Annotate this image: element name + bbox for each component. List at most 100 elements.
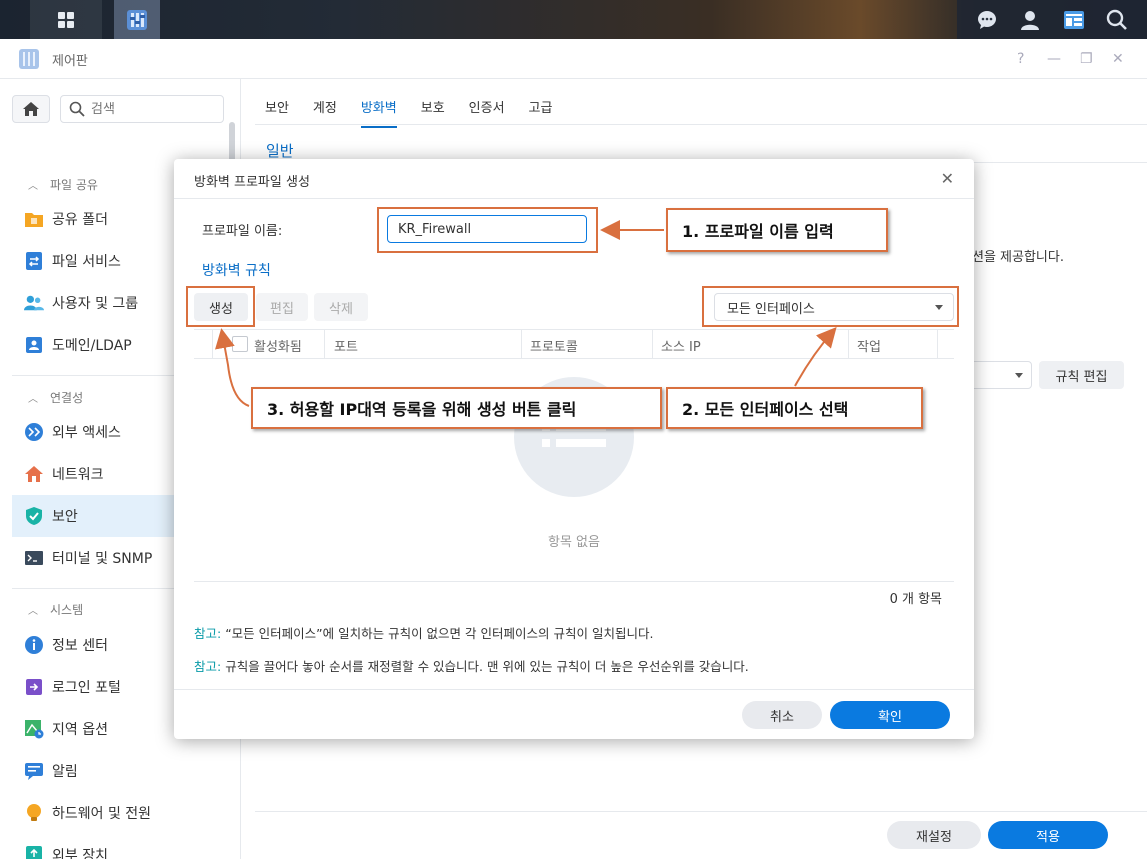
column-separator (324, 330, 325, 359)
section-header-file-sharing[interactable]: ︿ 파일 공유 (28, 176, 98, 193)
sidebar-item-notification[interactable]: 알림 (12, 750, 241, 792)
create-rule-button[interactable]: 생성 (194, 293, 248, 321)
note-label: 참고: (194, 626, 222, 641)
cancel-button[interactable]: 취소 (742, 701, 822, 729)
external-access-icon (24, 422, 44, 442)
section-header-connectivity[interactable]: ︿ 연결성 (28, 389, 83, 406)
search-icon[interactable] (1105, 8, 1129, 32)
footer-divider (255, 811, 1147, 812)
tabs-divider (255, 124, 1147, 125)
login-portal-icon (24, 677, 44, 697)
rule-edit-button[interactable]: 규칙 편집 (1039, 361, 1124, 389)
caret-down-icon (935, 305, 943, 310)
grid-icon (58, 11, 74, 28)
item-count: 0 개 항목 (889, 592, 942, 607)
sidebar-item-hardware-power[interactable]: 하드웨어 및 전원 (12, 792, 241, 834)
user-icon[interactable] (1018, 8, 1042, 32)
column-port[interactable]: 포트 (334, 336, 358, 355)
map-clock-icon (24, 719, 44, 739)
sidebar-item-label: 외부 액세스 (52, 425, 121, 441)
sidebar-item-label: 하드웨어 및 전원 (52, 806, 152, 822)
firewall-rules-title: 방화벽 규칙 (202, 263, 271, 279)
sidebar-item-label: 공유 폴더 (52, 212, 108, 228)
callout-step-1: 1. 프로파일 이름 입력 (666, 208, 888, 252)
column-action[interactable]: 작업 (857, 336, 881, 355)
control-panel-icon (19, 49, 39, 69)
caret-down-icon (1015, 373, 1023, 378)
shield-icon (24, 506, 44, 526)
sidebar-item-label: 사용자 및 그룹 (52, 296, 139, 312)
sidebar-item-label: 지역 옵션 (52, 722, 108, 738)
table-footer-divider (194, 581, 954, 582)
general-section-title: 일반 (266, 142, 294, 160)
profile-name-label: 프로파일 이름: (202, 224, 283, 239)
delete-rule-button[interactable]: 삭제 (314, 293, 368, 321)
column-protocol[interactable]: 프로토콜 (530, 336, 578, 355)
control-panel-taskbar-button[interactable] (114, 0, 160, 39)
folder-icon (24, 209, 44, 229)
sidebar-item-label: 보안 (52, 509, 78, 525)
taskbar-tray (957, 0, 1147, 39)
search-input[interactable] (91, 101, 211, 117)
column-separator (848, 330, 849, 359)
maximize-button[interactable]: ❐ (1080, 51, 1093, 67)
home-button[interactable] (12, 95, 50, 123)
callout-text: 3. 허용할 IP대역 등록을 위해 생성 버튼 클릭 (267, 400, 577, 419)
section-title: 연결성 (50, 391, 84, 405)
profile-name-input[interactable] (387, 215, 587, 243)
apply-button[interactable]: 적용 (988, 821, 1108, 849)
chat-icon[interactable] (975, 8, 999, 32)
chevron-up-icon: ︿ (28, 394, 38, 405)
sidebar-item-label: 파일 서비스 (52, 254, 121, 270)
close-window-button[interactable]: ✕ (1112, 51, 1124, 67)
reset-button[interactable]: 재설정 (887, 821, 981, 849)
sidebar-item-external-devices[interactable]: 외부 장치 (12, 834, 241, 859)
column-source-ip[interactable]: 소스 IP (661, 336, 701, 355)
dialog-title: 방화벽 프로파일 생성 (194, 175, 310, 190)
sidebar-item-label: 터미널 및 SNMP (52, 551, 153, 567)
window-title: 제어판 (52, 54, 88, 69)
note-label: 참고: (194, 659, 222, 674)
column-separator (937, 330, 938, 359)
sidebar-search[interactable] (60, 95, 224, 123)
section-title: 파일 공유 (50, 178, 98, 192)
empty-text: 항목 없음 (548, 535, 600, 550)
house-network-icon (24, 464, 44, 484)
select-all-checkbox[interactable] (232, 336, 248, 352)
help-button[interactable]: ? (1017, 51, 1024, 67)
section-title: 시스템 (50, 603, 84, 617)
control-panel-icon (127, 9, 147, 30)
note-drag-order: 참고: 규칙을 끌어다 놓아 순서를 재정렬할 수 있습니다. 맨 위에 있는 … (194, 656, 749, 675)
dialog-header-divider (174, 198, 974, 199)
home-icon (23, 102, 39, 116)
domain-icon (24, 335, 44, 355)
rules-table-header: 활성화됨 포트 프로토콜 소스 IP 작업 (194, 329, 954, 359)
sidebar-item-label: 정보 센터 (52, 638, 108, 654)
close-icon[interactable]: ✕ (941, 169, 954, 188)
callout-text: 1. 프로파일 이름 입력 (682, 222, 834, 241)
note-text: 규칙을 끌어다 놓아 순서를 재정렬할 수 있습니다. 맨 위에 있는 규칙이 … (225, 659, 749, 674)
dialog-footer-divider (174, 689, 974, 690)
widget-icon[interactable] (1062, 8, 1086, 32)
ok-button[interactable]: 확인 (830, 701, 950, 729)
column-enabled[interactable]: 활성화됨 (254, 336, 302, 355)
callout-step-3: 3. 허용할 IP대역 등록을 위해 생성 버튼 클릭 (251, 387, 662, 429)
main-menu-button[interactable] (30, 0, 102, 39)
sidebar-item-label: 로그인 포털 (52, 680, 121, 696)
chevron-up-icon: ︿ (28, 181, 38, 192)
search-icon (69, 101, 85, 117)
sidebar-item-label: 도메인/LDAP (52, 338, 132, 354)
minimize-button[interactable]: — (1047, 51, 1061, 67)
edit-rule-button[interactable]: 편집 (256, 293, 308, 321)
window-titlebar: 제어판 ? — ❐ ✕ (0, 39, 1147, 79)
taskbar (0, 0, 1147, 39)
note-text: “모든 인터페이스”에 일치하는 규칙이 없으면 각 인터페이스의 규칙이 일치… (225, 626, 654, 641)
users-icon (24, 293, 44, 313)
lightbulb-icon (24, 803, 44, 823)
chevron-up-icon: ︿ (28, 606, 38, 617)
interface-select[interactable]: 모든 인터페이스 (714, 293, 954, 321)
section-header-system[interactable]: ︿ 시스템 (28, 601, 83, 618)
main-description-fragment: 션을 제공합니다. (972, 250, 1064, 265)
callout-text: 2. 모든 인터페이스 선택 (682, 400, 849, 419)
note-interfaces: 참고: “모든 인터페이스”에 일치하는 규칙이 없으면 각 인터페이스의 규칙… (194, 623, 653, 642)
